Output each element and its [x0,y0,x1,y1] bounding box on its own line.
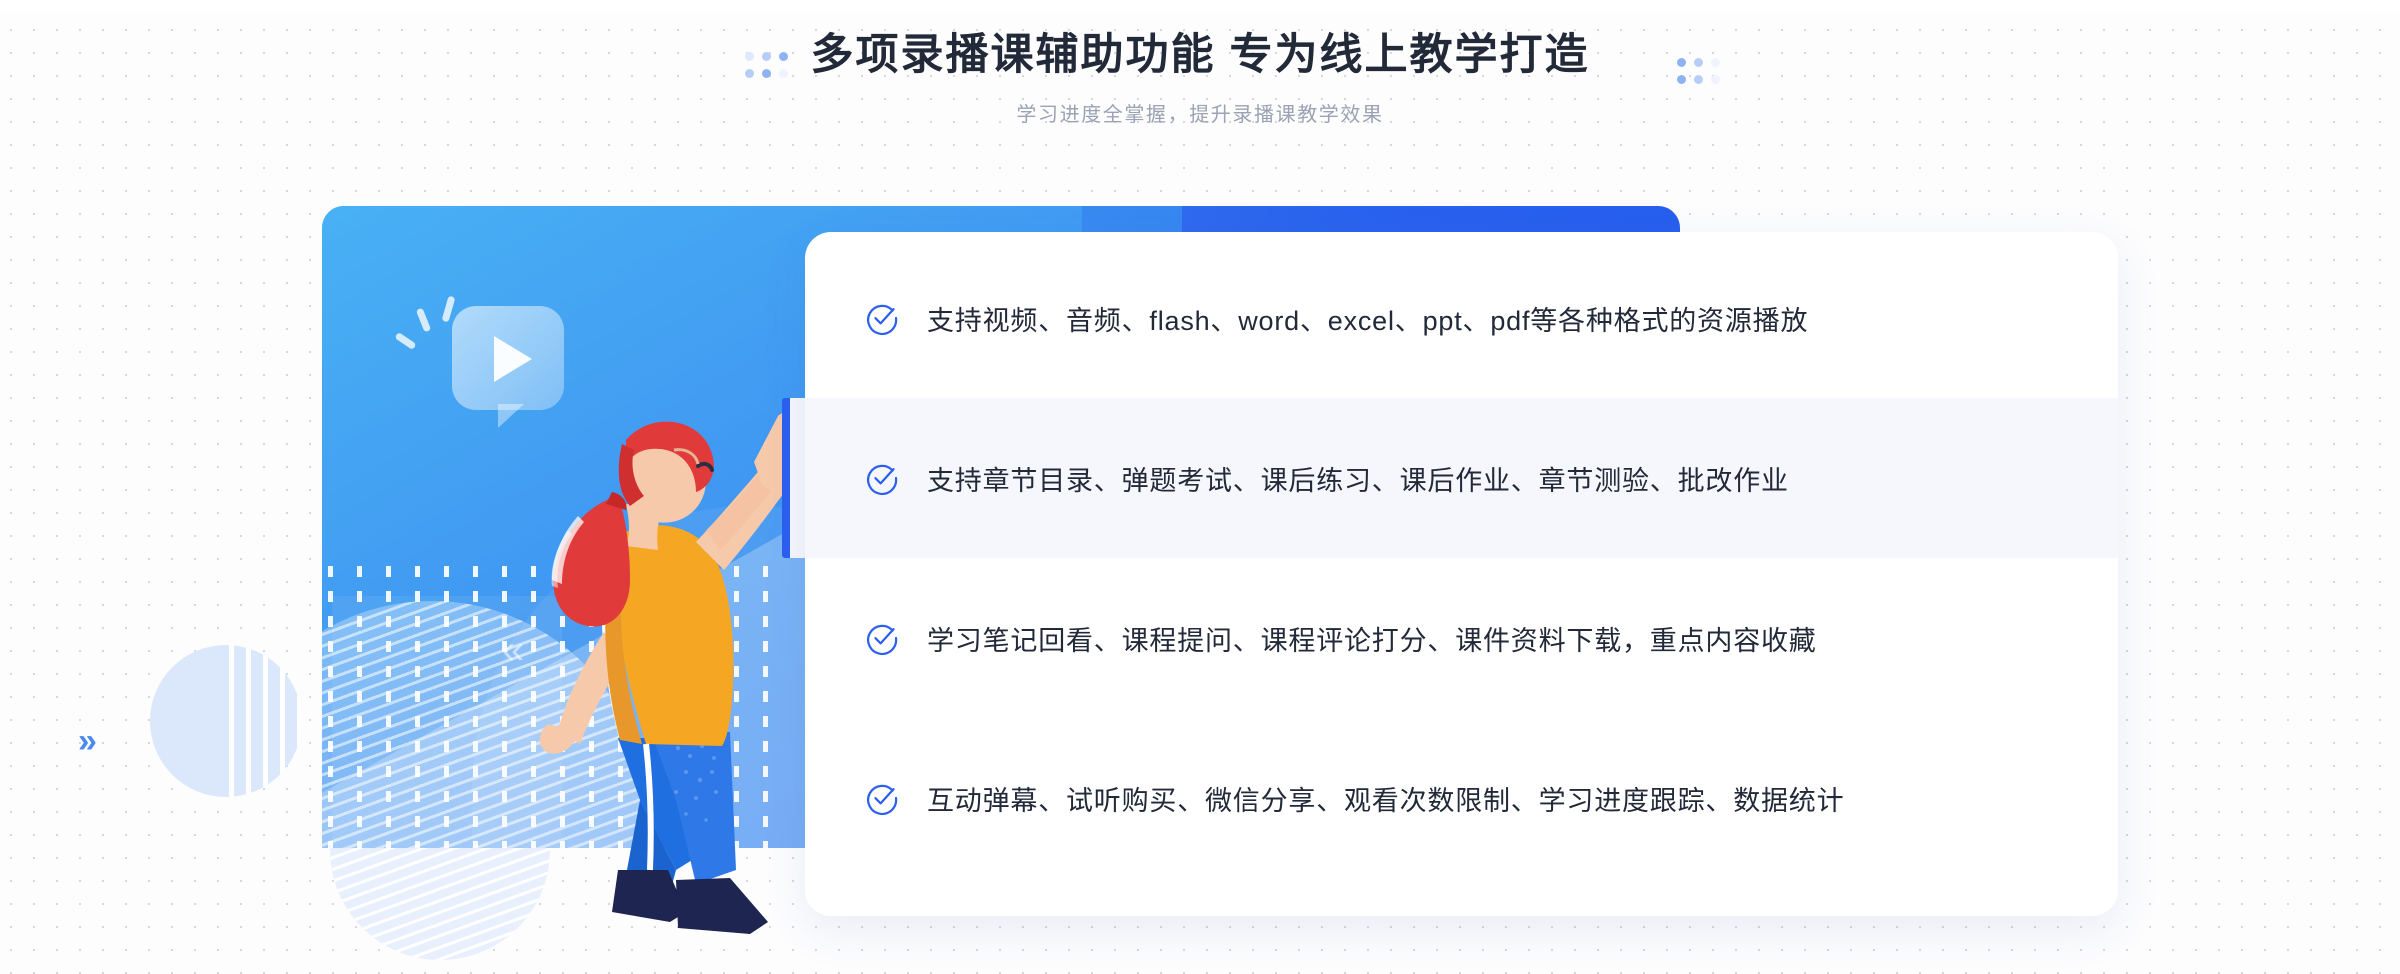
woman-pointing-illustration [539,411,806,934]
dot-grid-decoration-left [745,52,788,78]
header: 多项录播课辅助功能 专为线上教学打造 学习进度全掌握，提升录播课教学效果 [0,0,2400,127]
check-circle-icon [867,784,898,815]
feature-text: 互动弹幕、试听购买、微信分享、观看次数限制、学习进度跟踪、数据统计 [927,785,1845,816]
page-title: 多项录播课辅助功能 专为线上教学打造 [810,31,1590,79]
feature-row[interactable]: 学习笔记回看、课程提问、课程评论打分、课件资料下载，重点内容收藏 [805,558,2118,718]
feature-card: 支持视频、音频、flash、word、excel、ppt、pdf等各种格式的资源… [805,232,2118,916]
page-subtitle: 学习进度全掌握，提升录播课教学效果 [1016,103,1384,126]
feature-row[interactable]: 支持章节目录、弹题考试、课后练习、课后作业、章节测验、批改作业 [805,398,2118,558]
feature-text: 学习笔记回看、课程提问、课程评论打分、课件资料下载，重点内容收藏 [927,625,1817,656]
play-button-icon [452,306,564,428]
page-root: 多项录播课辅助功能 专为线上教学打造 学习进度全掌握，提升录播课教学效果 » « [0,0,2400,974]
striped-circle-decoration [150,645,302,797]
feature-row[interactable]: 支持视频、音频、flash、word、excel、ppt、pdf等各种格式的资源… [805,238,2118,398]
feature-text: 支持章节目录、弹题考试、课后练习、课后作业、章节测验、批改作业 [927,465,1789,496]
feature-row[interactable]: 互动弹幕、试听购买、微信分享、观看次数限制、学习进度跟踪、数据统计 [805,718,2118,878]
play-triangle-icon [494,336,532,382]
dot-grid-decoration-right [1677,58,1720,84]
feature-text: 支持视频、音频、flash、word、excel、ppt、pdf等各种格式的资源… [927,305,1809,336]
check-circle-icon [867,624,898,655]
check-circle-icon [867,464,898,495]
chevron-right-icon: » [78,722,97,760]
check-circle-icon [867,304,898,335]
